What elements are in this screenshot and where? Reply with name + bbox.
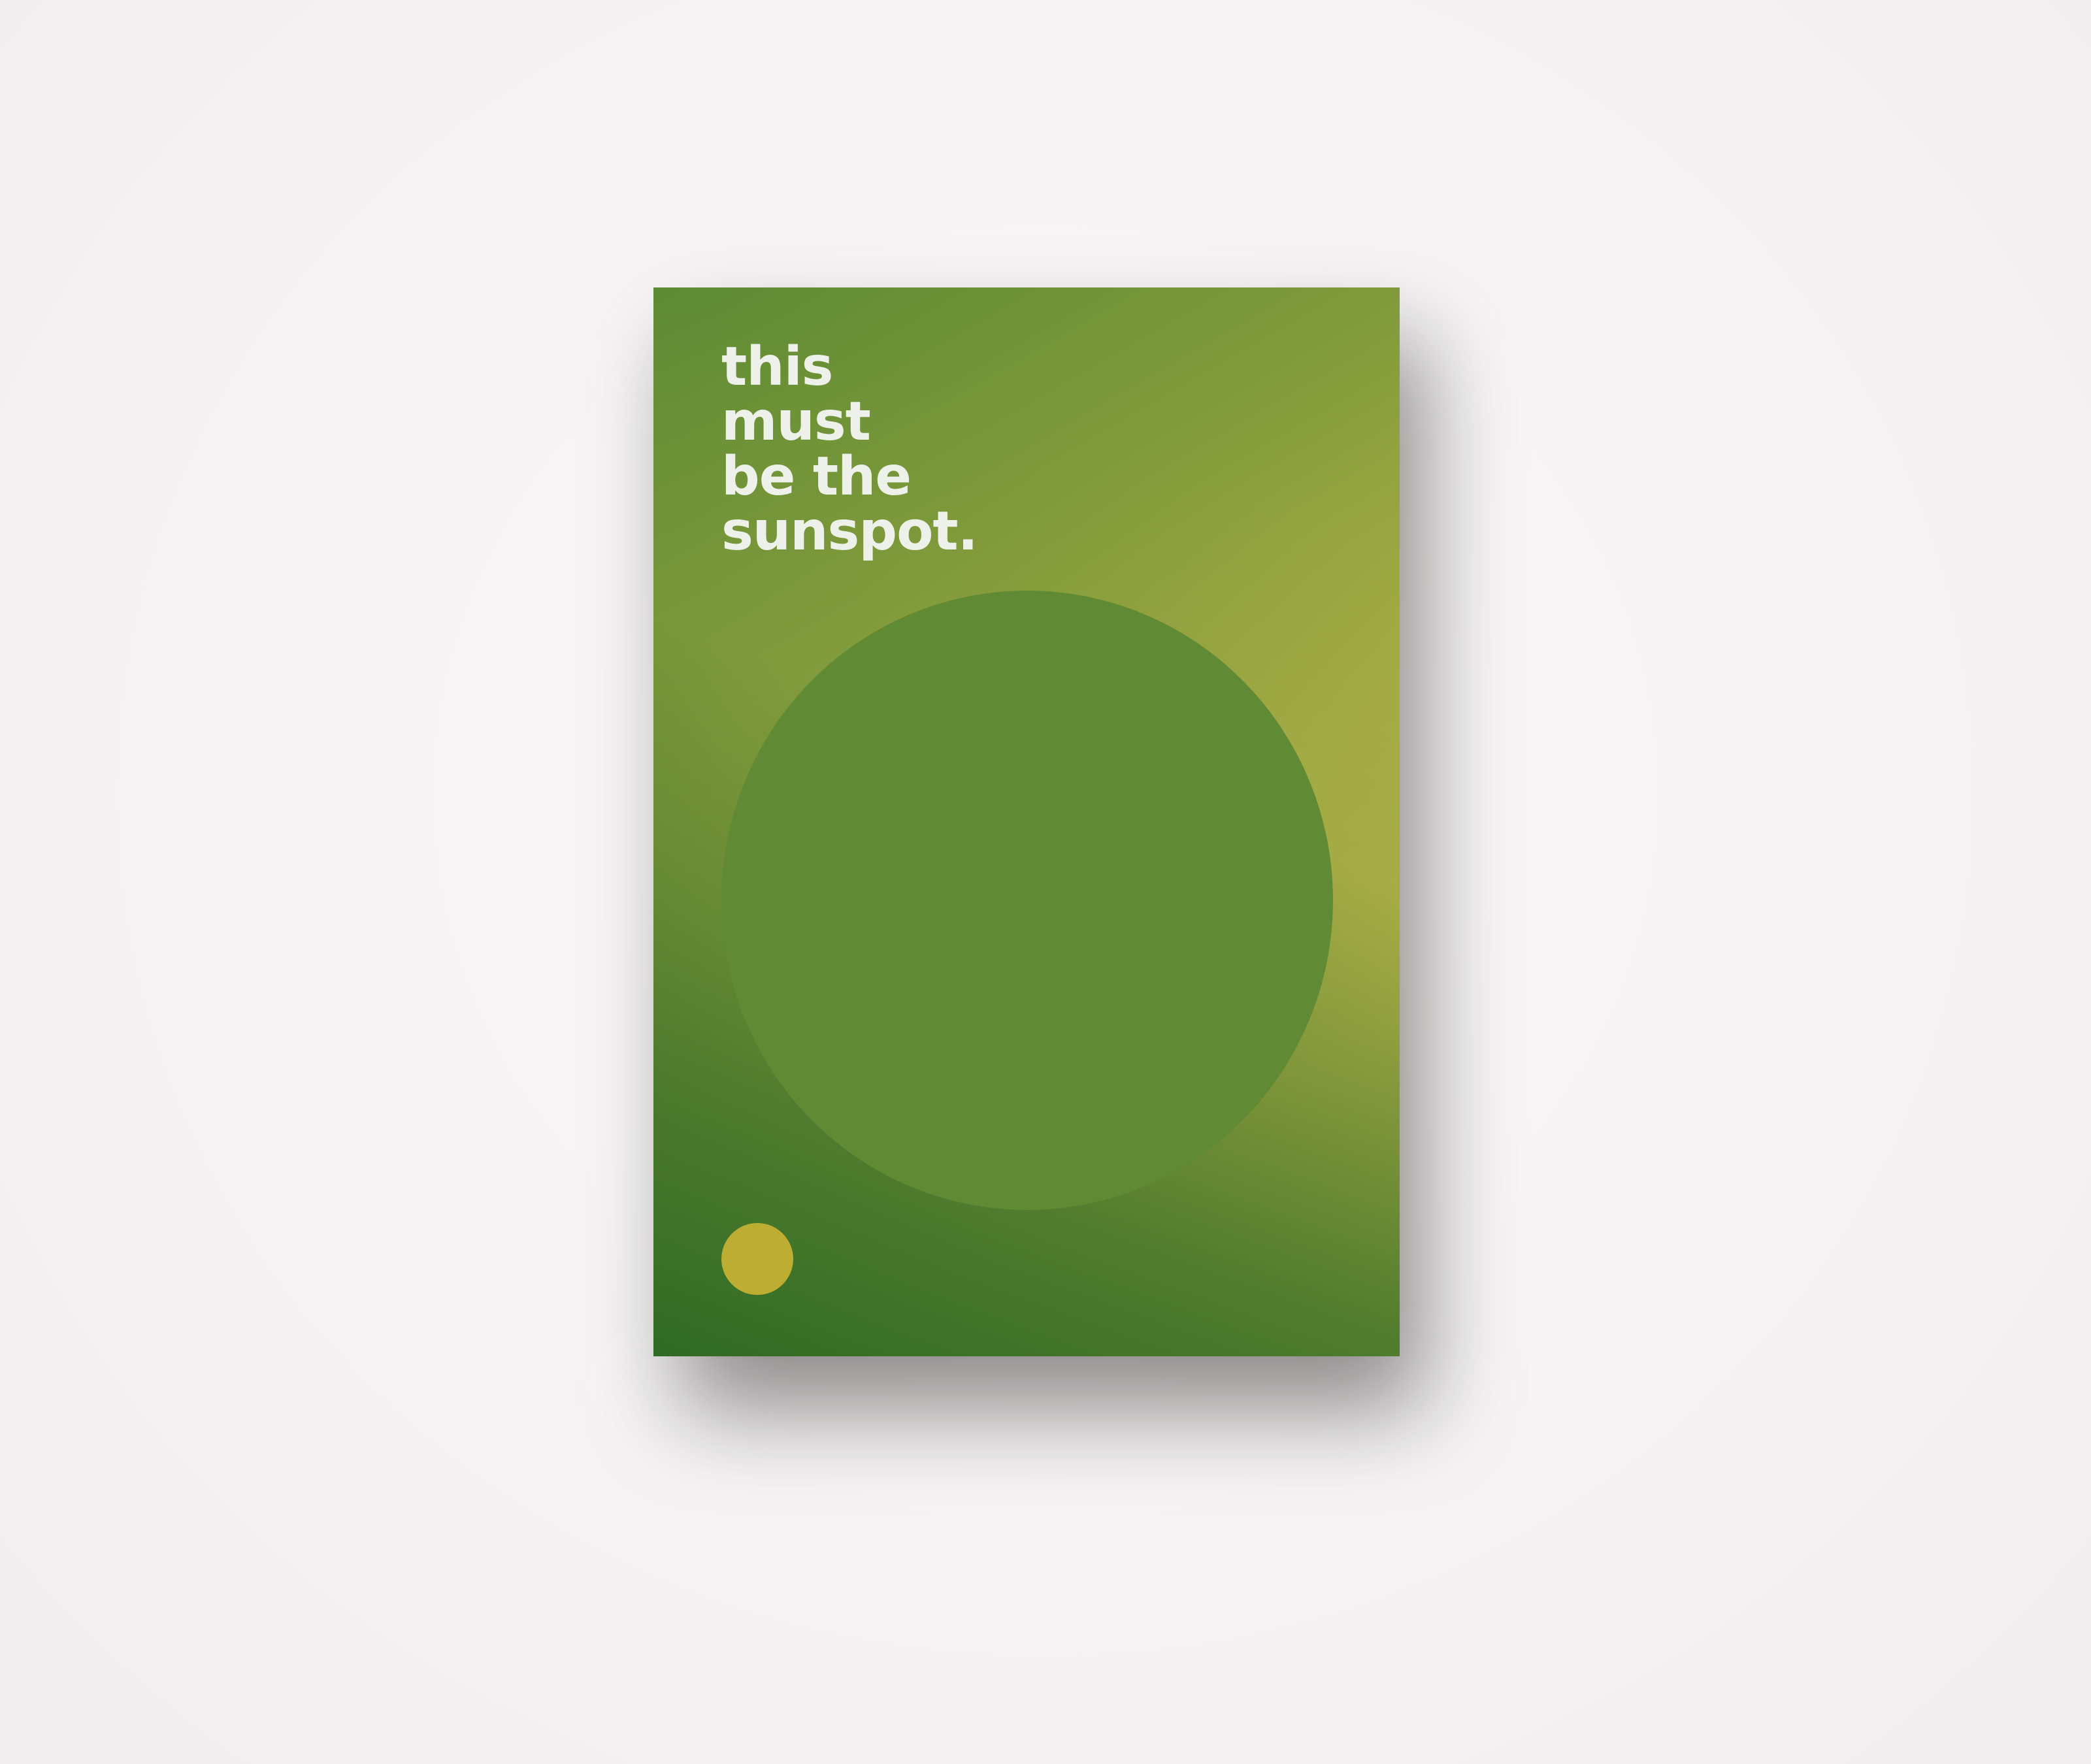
headline-line-2: must bbox=[721, 391, 871, 453]
poster-headline: this must be the sunspot. bbox=[721, 340, 978, 559]
poster: this must be the sunspot. bbox=[653, 287, 1400, 1356]
sunspot-circle bbox=[721, 591, 1333, 1210]
headline-line-3: be the bbox=[721, 446, 912, 508]
headline-line-1: this bbox=[721, 336, 833, 398]
yellow-dot bbox=[721, 1223, 793, 1295]
headline-line-4: sunspot. bbox=[721, 500, 978, 563]
